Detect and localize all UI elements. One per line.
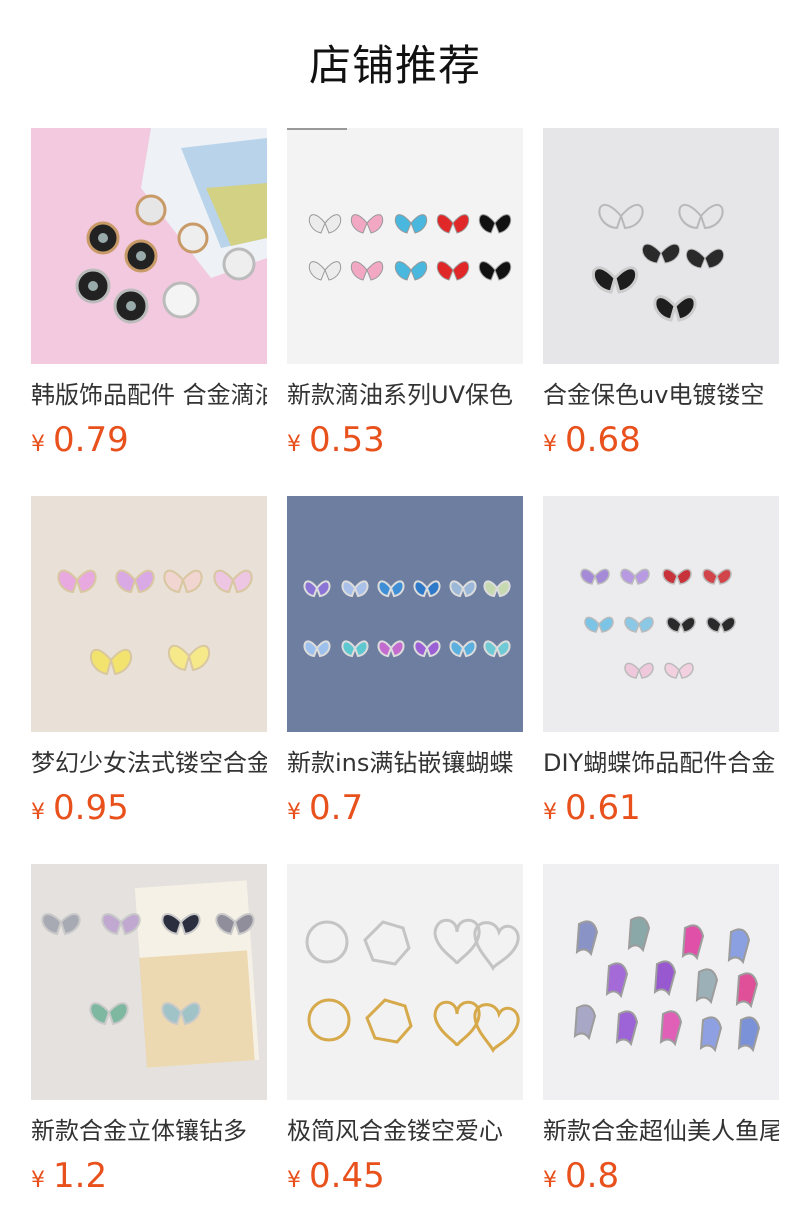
hollow-heart-pendants-photo (287, 864, 523, 1100)
product-image[interactable] (31, 864, 267, 1100)
product-name[interactable]: 新款滴油系列UV保色 (287, 378, 523, 412)
product-image[interactable] (31, 128, 267, 364)
product-name[interactable]: 新款合金超仙美人鱼尾 (543, 1114, 779, 1148)
price-amount: 0.61 (565, 788, 641, 828)
product-card[interactable]: 合金保色uv电镀镂空 ¥0.68 (543, 128, 779, 496)
currency-symbol: ¥ (543, 800, 557, 825)
price-amount: 0.95 (53, 788, 129, 828)
product-price: ¥0.45 (287, 1154, 523, 1198)
price-amount: 1.2 (53, 1156, 108, 1196)
mermaid-tail-pendants-photo (543, 864, 779, 1100)
currency-symbol: ¥ (31, 1168, 45, 1193)
product-name[interactable]: 梦幻少女法式镂空合金 (31, 746, 267, 780)
product-name[interactable]: 韩版饰品配件 合金滴油 (31, 378, 267, 412)
currency-symbol: ¥ (31, 432, 45, 457)
product-price: ¥0.8 (543, 1154, 779, 1198)
product-image[interactable] (543, 864, 779, 1100)
rhinestone-butterfly-pendants-photo (287, 496, 523, 732)
product-card[interactable]: DIY蝴蝶饰品配件合金 ¥0.61 (543, 496, 779, 864)
product-grid: 韩版饰品配件 合金滴油 ¥0.79 新款滴油系列UV保色 ¥ 0.53 合金保色… (31, 128, 781, 1232)
currency-symbol: ¥ (287, 432, 301, 457)
price-amount: 0.8 (565, 1156, 620, 1196)
page-title: 店铺推荐 (308, 41, 481, 90)
price-amount: 0.7 (309, 788, 364, 828)
currency-symbol: ¥ (287, 1168, 301, 1193)
product-price: ¥0.95 (31, 786, 267, 830)
price-amount: 0.68 (565, 420, 641, 460)
product-image[interactable] (287, 496, 523, 732)
currency-symbol: ¥ (287, 800, 301, 825)
price-amount: 0.79 (53, 420, 129, 460)
product-price: ¥0.61 (543, 786, 779, 830)
product-name[interactable]: DIY蝴蝶饰品配件合金 (543, 746, 779, 780)
product-price: ¥0.7 (287, 786, 523, 830)
product-card[interactable]: 梦幻少女法式镂空合金 ¥0.95 (31, 496, 267, 864)
round-butterfly-pendants-photo (31, 128, 267, 364)
product-image[interactable] (543, 128, 779, 364)
product-card[interactable]: 新款合金立体镶钻多 ¥1.2 (31, 864, 267, 1232)
product-image[interactable] (31, 496, 267, 732)
price-amount: 0.53 (309, 420, 385, 460)
product-card[interactable]: 新款滴油系列UV保色 ¥0.53 (287, 128, 523, 496)
product-image[interactable] (287, 128, 523, 364)
product-name[interactable]: 极简风合金镂空爱心 (287, 1114, 523, 1148)
product-image[interactable] (543, 496, 779, 732)
colorful-butterfly-pendants-photo (543, 496, 779, 732)
product-image[interactable] (287, 864, 523, 1100)
product-name[interactable]: 新款ins满钻嵌镶蝴蝶 (287, 746, 523, 780)
product-price: ¥0.79 (31, 418, 267, 462)
product-price: ¥0.68 (543, 418, 779, 462)
product-name[interactable]: 合金保色uv电镀镂空 (543, 378, 779, 412)
enamel-butterfly-pendants-photo (287, 128, 523, 364)
hollow-butterfly-pendants-photo (543, 128, 779, 364)
product-card[interactable]: 新款合金超仙美人鱼尾 ¥0.8 (543, 864, 779, 1232)
product-card[interactable]: 极简风合金镂空爱心 ¥0.45 (287, 864, 523, 1232)
product-price: ¥1.2 (31, 1154, 267, 1198)
price-amount: 0.45 (309, 1156, 385, 1196)
product-card[interactable]: 新款ins满钻嵌镶蝴蝶 ¥0.7 (287, 496, 523, 864)
currency-symbol: ¥ (543, 1168, 557, 1193)
currency-symbol: ¥ (31, 800, 45, 825)
product-card[interactable]: 韩版饰品配件 合金滴油 ¥0.79 (31, 128, 267, 496)
3d-butterfly-pendants-photo (31, 864, 267, 1100)
gradient-butterfly-pendants-photo (31, 496, 267, 732)
currency-symbol: ¥ (543, 432, 557, 457)
product-price: ¥0.53 (287, 418, 523, 462)
product-name[interactable]: 新款合金立体镶钻多 (31, 1114, 267, 1148)
